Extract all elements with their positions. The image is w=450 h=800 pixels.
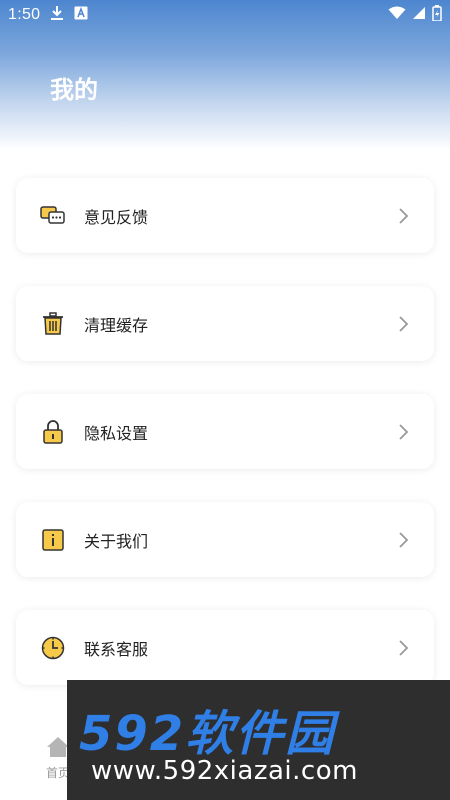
trash-icon — [40, 311, 66, 337]
a-icon — [74, 6, 88, 24]
watermark-brand: 592软件园 — [79, 706, 336, 762]
menu-item-contact-support[interactable]: 联系客服 — [16, 610, 434, 685]
status-bar: 1:50 — [0, 0, 450, 30]
menu-item-feedback[interactable]: 意见反馈 — [16, 178, 434, 253]
chevron-right-icon — [396, 639, 410, 657]
status-time: 1:50 — [8, 6, 41, 23]
page-title: 我的 — [50, 76, 98, 104]
watermark-banner: 592软件园 www.592xiazai.com — [67, 680, 450, 800]
menu-item-about-us[interactable]: 关于我们 — [16, 502, 434, 577]
chevron-right-icon — [396, 207, 410, 225]
menu-item-label: 清理缓存 — [84, 315, 149, 335]
settings-menu: 意见反馈 清理缓存 隐私设置 关于我们 联系客服 — [16, 178, 434, 718]
menu-item-label: 关于我们 — [84, 531, 149, 551]
chevron-right-icon — [396, 423, 410, 441]
wifi-icon — [388, 6, 406, 24]
menu-item-privacy[interactable]: 隐私设置 — [16, 394, 434, 469]
watermark-url: www.592xiazai.com — [91, 756, 358, 786]
chevron-right-icon — [396, 531, 410, 549]
clock-icon — [40, 635, 66, 661]
menu-item-label: 隐私设置 — [84, 423, 149, 443]
download-icon — [50, 5, 64, 25]
feedback-icon — [40, 203, 66, 229]
menu-item-label: 联系客服 — [84, 639, 149, 659]
lock-icon — [40, 419, 66, 445]
info-icon — [40, 527, 66, 553]
chevron-right-icon — [396, 315, 410, 333]
signal-icon — [412, 6, 426, 24]
menu-item-label: 意见反馈 — [84, 207, 149, 227]
menu-item-clear-cache[interactable]: 清理缓存 — [16, 286, 434, 361]
battery-icon — [432, 5, 442, 25]
